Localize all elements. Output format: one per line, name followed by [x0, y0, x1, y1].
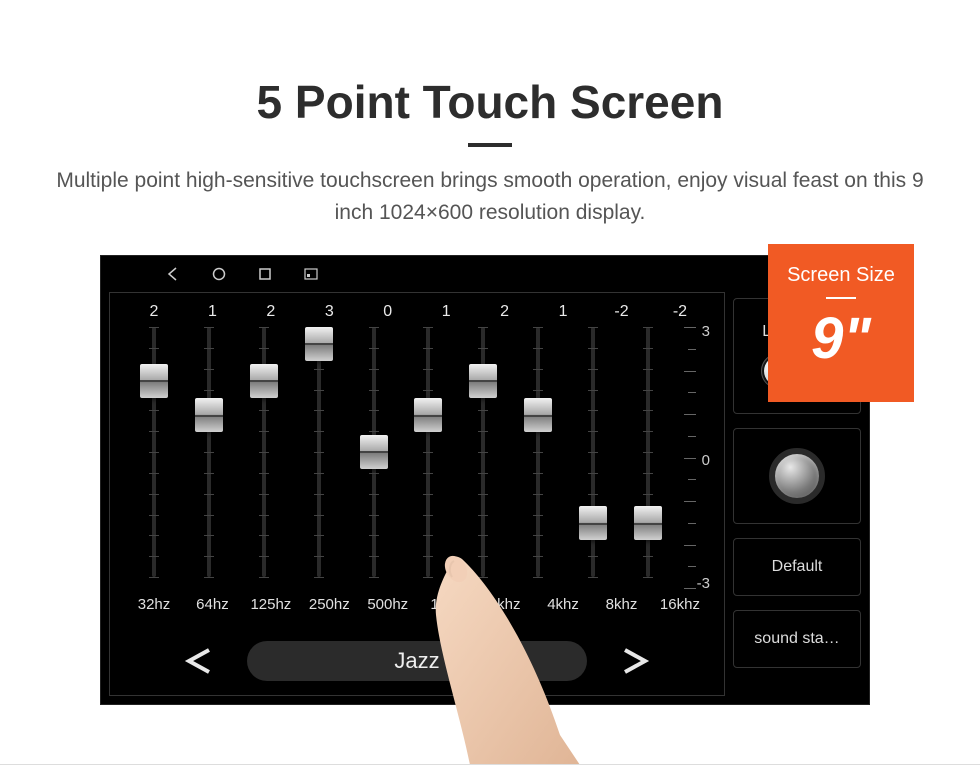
eq-slider-thumb[interactable] — [140, 364, 168, 398]
eq-slider[interactable] — [569, 327, 617, 577]
back-icon[interactable] — [165, 266, 181, 282]
eq-slider-thumb[interactable] — [634, 506, 662, 540]
eq-band-freq: 500hz — [364, 596, 412, 613]
eq-slider-thumb[interactable] — [524, 398, 552, 432]
eq-slider-thumb[interactable] — [250, 364, 278, 398]
eq-band-freq: 4khz — [539, 596, 587, 613]
eq-band-freq: 32hz — [130, 596, 178, 613]
section-divider — [0, 764, 980, 765]
sound-stage-button[interactable]: sound sta… — [733, 610, 861, 668]
badge-label: Screen Size — [787, 264, 895, 287]
balance-knob-box — [733, 428, 861, 524]
eq-slider[interactable] — [240, 327, 288, 577]
eq-slider[interactable] — [404, 327, 452, 577]
promo-title: 5 Point Touch Screen — [0, 75, 980, 129]
preset-prev-button[interactable] — [173, 643, 223, 679]
eq-slider[interactable] — [624, 327, 672, 577]
recent-apps-icon[interactable] — [257, 266, 273, 282]
eq-band-value: -2 — [656, 303, 704, 321]
preset-name[interactable]: Jazz — [247, 641, 587, 681]
eq-slider[interactable] — [130, 327, 178, 577]
eq-slider-thumb[interactable] — [195, 398, 223, 432]
scale-max: 3 — [702, 323, 710, 340]
default-button[interactable]: Default — [733, 538, 861, 596]
eq-band-value: 0 — [364, 303, 412, 321]
scale-min: -3 — [697, 575, 710, 592]
eq-band-value: 1 — [422, 303, 470, 321]
home-icon[interactable] — [211, 266, 227, 282]
eq-slider-thumb[interactable] — [305, 327, 333, 361]
eq-band-freq: 1khz — [422, 596, 470, 613]
eq-band-value: 1 — [539, 303, 587, 321]
title-divider — [468, 143, 512, 147]
eq-slider[interactable] — [514, 327, 562, 577]
eq-slider-thumb[interactable] — [579, 506, 607, 540]
android-status-bar — [101, 256, 869, 292]
promo-description: Multiple point high-sensitive touchscree… — [40, 165, 940, 228]
eq-band-freq: 2khz — [481, 596, 529, 613]
eq-band-value: 2 — [130, 303, 178, 321]
eq-band-value: -2 — [598, 303, 646, 321]
eq-slider-thumb[interactable] — [360, 435, 388, 469]
balance-knob[interactable] — [769, 448, 825, 504]
eq-slider[interactable] — [459, 327, 507, 577]
equalizer-panel: 21230121-2-2 3 0 -3 32hz64hz125hz250hz50… — [109, 292, 725, 696]
eq-scale: 3 0 -3 — [682, 327, 710, 588]
scale-mid: 0 — [702, 452, 710, 469]
screen-size-badge: Screen Size 9" — [768, 244, 914, 402]
preset-next-button[interactable] — [611, 643, 661, 679]
badge-value: 9" — [811, 305, 871, 372]
eq-slider-thumb[interactable] — [414, 398, 442, 432]
eq-slider[interactable] — [350, 327, 398, 577]
eq-band-freq: 16khz — [656, 596, 704, 613]
eq-band-freq: 64hz — [188, 596, 236, 613]
device-screenshot: 21230121-2-2 3 0 -3 32hz64hz125hz250hz50… — [100, 255, 870, 705]
badge-divider — [826, 297, 856, 299]
eq-band-freq: 250hz — [305, 596, 353, 613]
eq-band-freq: 125hz — [247, 596, 295, 613]
eq-slider[interactable] — [185, 327, 233, 577]
eq-band-freq: 8khz — [598, 596, 646, 613]
screenshot-icon[interactable] — [303, 266, 319, 282]
eq-band-value: 3 — [305, 303, 353, 321]
eq-slider[interactable] — [295, 327, 343, 577]
sound-stage-label: sound sta… — [754, 630, 839, 648]
eq-band-value: 2 — [481, 303, 529, 321]
eq-band-value: 1 — [188, 303, 236, 321]
eq-band-value: 2 — [247, 303, 295, 321]
default-button-label: Default — [772, 558, 823, 576]
eq-slider-thumb[interactable] — [469, 364, 497, 398]
